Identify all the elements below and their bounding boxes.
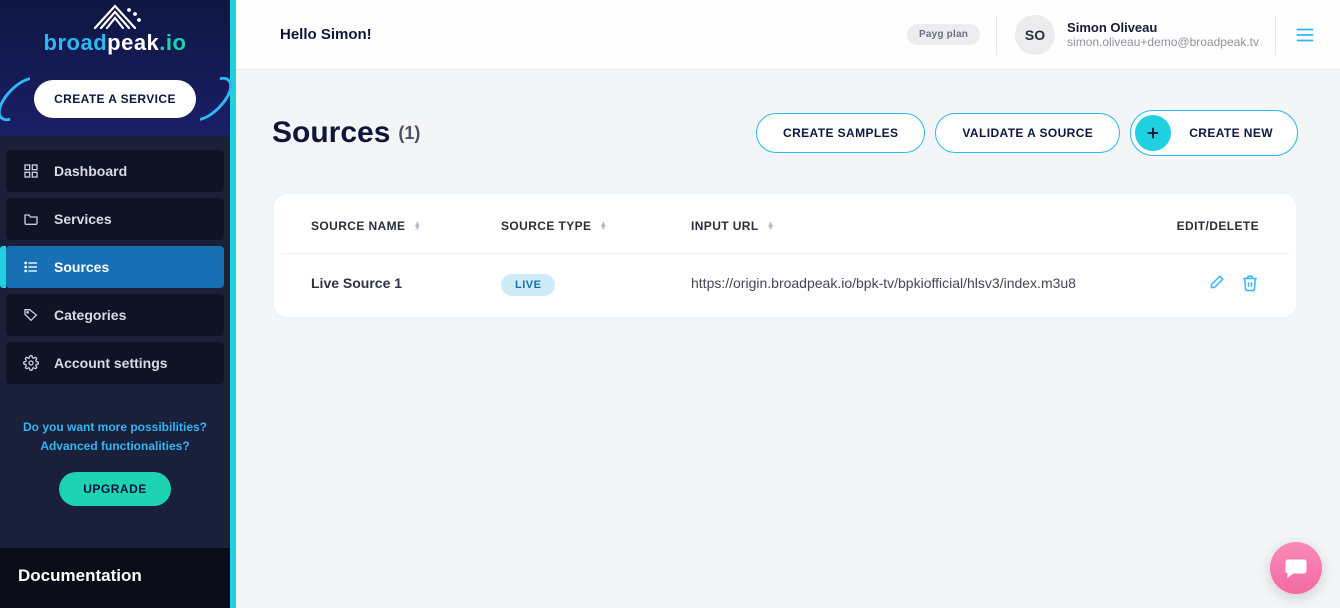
sort-icon[interactable]: ▲▼: [599, 222, 607, 230]
th-input-url[interactable]: INPUT URL ▲▼: [691, 219, 1149, 233]
plan-badge: Payg plan: [907, 24, 980, 45]
logo-text: broadpeak.io: [44, 30, 187, 56]
sidebar-item-label: Sources: [54, 259, 109, 275]
documentation-title: Documentation: [18, 566, 212, 586]
page-header: Sources (1) CREATE SAMPLES VALIDATE A SO…: [272, 110, 1298, 156]
th-label: SOURCE NAME: [311, 219, 405, 233]
sort-icon[interactable]: ▲▼: [413, 222, 421, 230]
page-title: Sources: [272, 116, 390, 150]
delete-icon[interactable]: [1241, 274, 1259, 292]
table-row: Live Source 1 LIVE https://origin.broadp…: [281, 254, 1289, 312]
possibilities-text: Do you want more possibilities? Advanced…: [0, 384, 230, 456]
dashboard-icon: [22, 162, 40, 180]
topbar: Hello Simon! Payg plan SO Simon Oliveau …: [230, 0, 1340, 70]
gear-icon: [22, 354, 40, 372]
create-new-button[interactable]: CREATE NEW: [1130, 110, 1298, 156]
sidebar-item-account-settings[interactable]: Account settings: [6, 342, 224, 384]
th-label: EDIT/DELETE: [1177, 219, 1259, 233]
logo-icon: [85, 0, 145, 32]
avatar: SO: [1015, 15, 1055, 55]
page-count: (1): [398, 123, 420, 144]
cell-input-url: https://origin.broadpeak.io/bpk-tv/bpkio…: [691, 275, 1149, 291]
tag-icon: [22, 306, 40, 324]
possibilities-line2: Advanced functionalities?: [10, 437, 220, 456]
logo[interactable]: broadpeak.io: [0, 0, 230, 68]
user-name: Simon Oliveau: [1067, 20, 1259, 35]
upgrade-button[interactable]: UPGRADE: [59, 472, 171, 506]
hamburger-icon: [1294, 24, 1316, 46]
sidebar-item-sources[interactable]: Sources: [6, 246, 224, 288]
sidebar-item-label: Services: [54, 211, 112, 227]
greeting: Hello Simon!: [280, 26, 372, 43]
cell-source-type: LIVE: [501, 275, 691, 291]
possibilities-line1: Do you want more possibilities?: [10, 418, 220, 437]
th-source-name[interactable]: SOURCE NAME ▲▼: [311, 219, 501, 233]
th-label: SOURCE TYPE: [501, 219, 591, 233]
th-label: INPUT URL: [691, 219, 759, 233]
create-new-label: CREATE NEW: [1189, 126, 1273, 140]
chat-widget-button[interactable]: [1270, 542, 1322, 594]
sidebar-item-dashboard[interactable]: Dashboard: [6, 150, 224, 192]
sidebar-top: broadpeak.io CREATE A SERVICE: [0, 0, 230, 136]
cell-source-name: Live Source 1: [311, 275, 501, 291]
th-source-type[interactable]: SOURCE TYPE ▲▼: [501, 219, 691, 233]
menu-button[interactable]: [1275, 15, 1316, 55]
live-badge: LIVE: [501, 274, 555, 296]
plus-icon: [1135, 115, 1171, 151]
create-service-wrap: CREATE A SERVICE: [0, 68, 230, 118]
folder-icon: [22, 210, 40, 228]
upgrade-wrap: UPGRADE: [0, 456, 230, 506]
chat-icon: [1284, 556, 1308, 580]
user-meta: Simon Oliveau simon.oliveau+demo@broadpe…: [1067, 20, 1259, 49]
create-samples-button[interactable]: CREATE SAMPLES: [756, 113, 925, 153]
main: Hello Simon! Payg plan SO Simon Oliveau …: [230, 0, 1340, 608]
table-header: SOURCE NAME ▲▼ SOURCE TYPE ▲▼ INPUT URL …: [281, 199, 1289, 254]
validate-source-button[interactable]: VALIDATE A SOURCE: [935, 113, 1120, 153]
page-actions: CREATE SAMPLES VALIDATE A SOURCE CREATE …: [756, 110, 1298, 156]
documentation-section[interactable]: Documentation: [0, 548, 230, 608]
user-block[interactable]: SO Simon Oliveau simon.oliveau+demo@broa…: [996, 15, 1259, 55]
sidebar-nav: Dashboard Services Sources Categories Ac…: [0, 150, 230, 384]
sidebar-item-categories[interactable]: Categories: [6, 294, 224, 336]
sources-table: SOURCE NAME ▲▼ SOURCE TYPE ▲▼ INPUT URL …: [272, 192, 1298, 319]
list-icon: [22, 258, 40, 276]
edit-icon[interactable]: [1207, 274, 1225, 292]
sidebar-item-label: Account settings: [54, 355, 168, 371]
th-edit-delete: EDIT/DELETE: [1149, 219, 1259, 233]
cell-actions: [1149, 274, 1259, 292]
sidebar: broadpeak.io CREATE A SERVICE Dashboard …: [0, 0, 230, 608]
sidebar-item-label: Dashboard: [54, 163, 127, 179]
sidebar-item-services[interactable]: Services: [6, 198, 224, 240]
user-email: simon.oliveau+demo@broadpeak.tv: [1067, 35, 1259, 49]
create-service-button[interactable]: CREATE A SERVICE: [34, 80, 196, 118]
topbar-right: Payg plan SO Simon Oliveau simon.oliveau…: [907, 15, 1316, 55]
sort-icon[interactable]: ▲▼: [767, 222, 775, 230]
content: Sources (1) CREATE SAMPLES VALIDATE A SO…: [230, 70, 1340, 359]
sidebar-item-label: Categories: [54, 307, 126, 323]
